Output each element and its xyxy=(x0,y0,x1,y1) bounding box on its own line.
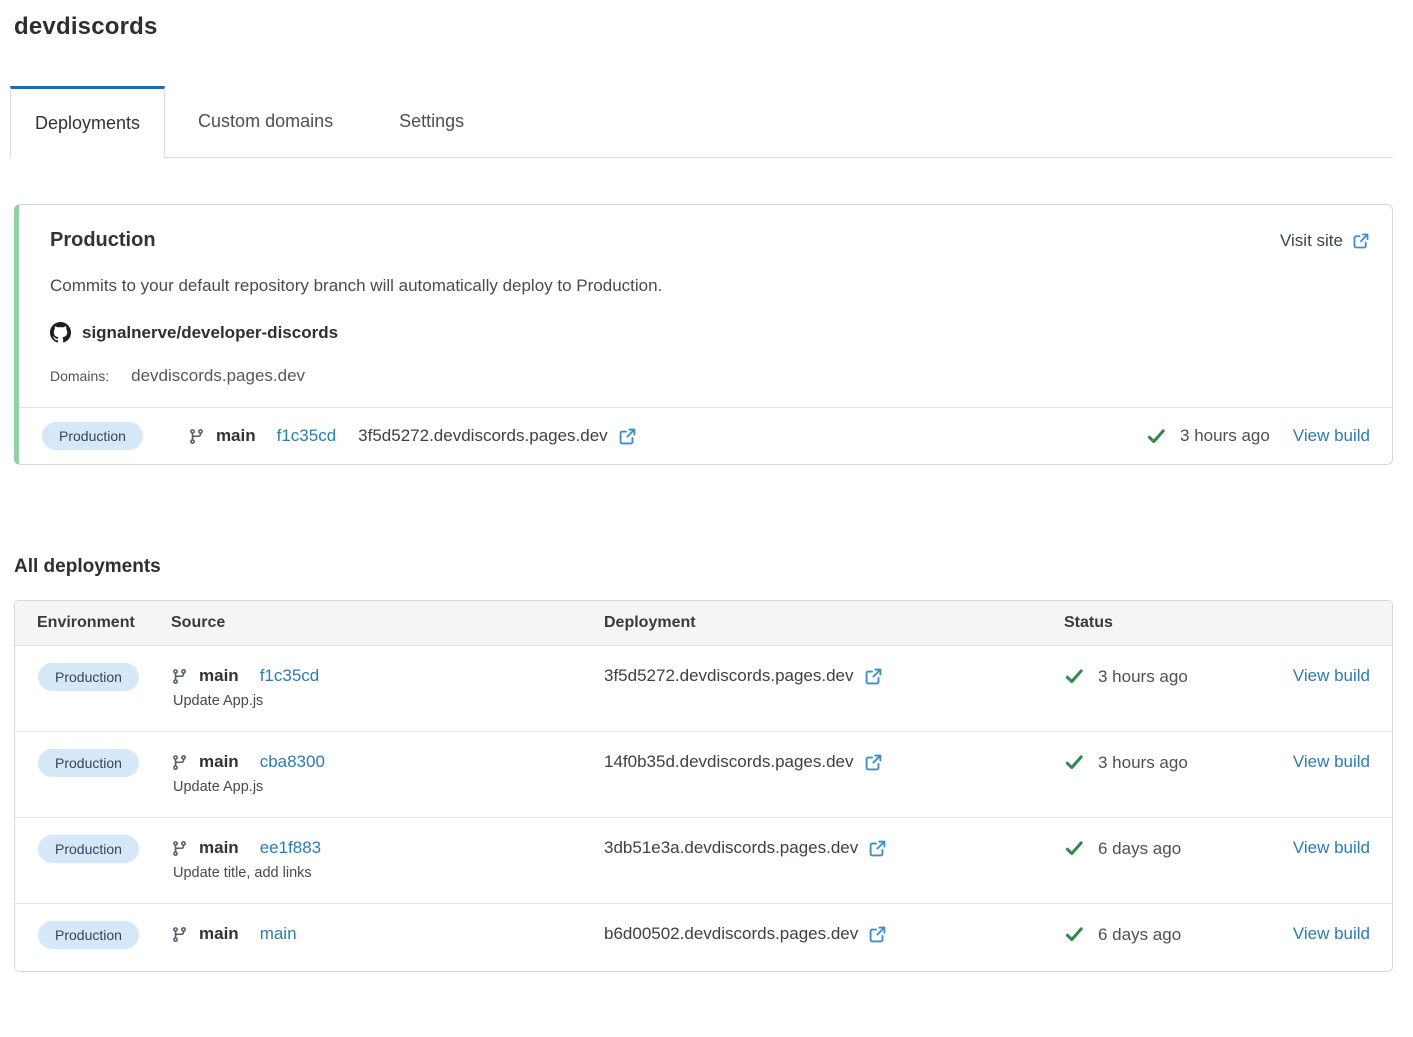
column-status: Status xyxy=(1064,614,1282,632)
production-card: Production Visit site Commits to your de… xyxy=(14,204,1393,465)
deployment-url-link[interactable]: b6d00502.devdiscords.pages.dev xyxy=(604,924,1064,944)
status-time: 3 hours ago xyxy=(1098,667,1188,687)
deployment-url: 3f5d5272.devdiscords.pages.dev xyxy=(358,426,608,446)
commit-link[interactable]: f1c35cd xyxy=(277,426,337,446)
commit-link[interactable]: cba8300 xyxy=(260,752,325,772)
github-icon xyxy=(50,322,71,343)
view-build-link[interactable]: View build xyxy=(1293,838,1370,857)
git-branch-icon xyxy=(171,926,188,943)
branch-name: main xyxy=(216,426,256,446)
tab-deployments[interactable]: Deployments xyxy=(10,86,165,158)
deployments-table: Environment Source Deployment Status Pro… xyxy=(14,600,1393,972)
git-branch-icon xyxy=(171,754,188,771)
environment-badge: Production xyxy=(38,749,139,777)
visit-site-label: Visit site xyxy=(1280,231,1343,251)
external-link-icon xyxy=(868,839,887,858)
check-icon xyxy=(1064,924,1085,945)
domains-value: devdiscords.pages.dev xyxy=(131,366,305,386)
view-build-link[interactable]: View build xyxy=(1293,666,1370,685)
all-deployments-title: All deployments xyxy=(14,556,1393,578)
commit-link[interactable]: ee1f883 xyxy=(260,838,321,858)
column-deployment: Deployment xyxy=(604,614,1064,632)
status-time: 6 days ago xyxy=(1098,839,1181,859)
commit-message: Update App.js xyxy=(171,693,604,709)
commit-link[interactable]: main xyxy=(260,924,297,944)
table-row: Production main main b6d00502.devdiscord… xyxy=(15,904,1392,971)
column-environment: Environment xyxy=(15,614,171,632)
tab-custom-domains[interactable]: Custom domains xyxy=(165,86,366,157)
branch-name: main xyxy=(199,838,239,858)
external-link-icon xyxy=(868,925,887,944)
environment-badge: Production xyxy=(38,921,139,949)
check-icon xyxy=(1064,666,1085,687)
production-card-title: Production xyxy=(50,229,156,252)
commit-message: Update App.js xyxy=(171,779,604,795)
external-link-icon xyxy=(618,427,637,446)
deployment-url: 3db51e3a.devdiscords.pages.dev xyxy=(604,838,858,858)
branch-name: main xyxy=(199,666,239,686)
environment-badge: Production xyxy=(42,422,143,450)
status-time: 6 days ago xyxy=(1098,925,1181,945)
check-icon xyxy=(1064,752,1085,773)
visit-site-link[interactable]: Visit site xyxy=(1280,231,1370,251)
view-build-link[interactable]: View build xyxy=(1293,752,1370,771)
branch-name: main xyxy=(199,752,239,772)
git-branch-icon xyxy=(171,668,188,685)
domains-label: Domains: xyxy=(50,368,109,384)
git-branch-icon xyxy=(171,840,188,857)
page-title: devdiscords xyxy=(14,13,1393,41)
repository-name: signalnerve/developer-discords xyxy=(82,323,338,343)
deployment-url-link[interactable]: 3f5d5272.devdiscords.pages.dev xyxy=(604,666,1064,686)
deployment-url-link[interactable]: 3f5d5272.devdiscords.pages.dev xyxy=(358,426,637,446)
view-build-link[interactable]: View build xyxy=(1293,924,1370,943)
tab-settings[interactable]: Settings xyxy=(366,86,497,157)
status-time: 3 hours ago xyxy=(1098,753,1188,773)
tab-bar: Deployments Custom domains Settings xyxy=(14,86,1393,158)
table-row: Production main cba8300 Update App.js 14… xyxy=(15,732,1392,818)
external-link-icon xyxy=(1352,232,1370,250)
commit-message: Update title, add links xyxy=(171,865,604,881)
production-description: Commits to your default repository branc… xyxy=(50,276,1370,296)
deployment-url-link[interactable]: 3db51e3a.devdiscords.pages.dev xyxy=(604,838,1064,858)
table-row: Production main f1c35cd Update App.js 3f… xyxy=(15,646,1392,732)
branch-name: main xyxy=(199,924,239,944)
table-row: Production main ee1f883 Update title, ad… xyxy=(15,818,1392,904)
column-source: Source xyxy=(171,614,604,632)
environment-badge: Production xyxy=(38,835,139,863)
table-header: Environment Source Deployment Status xyxy=(15,601,1392,646)
production-deployment-row: Production main f1c35cd 3f5d5272.devdisc… xyxy=(19,408,1392,464)
status-time: 3 hours ago xyxy=(1180,426,1270,446)
check-icon xyxy=(1146,426,1167,447)
git-branch-icon xyxy=(188,428,205,445)
deployment-url: 14f0b35d.devdiscords.pages.dev xyxy=(604,752,854,772)
commit-link[interactable]: f1c35cd xyxy=(260,666,320,686)
deployment-url: b6d00502.devdiscords.pages.dev xyxy=(604,924,858,944)
external-link-icon xyxy=(864,753,883,772)
deployment-url: 3f5d5272.devdiscords.pages.dev xyxy=(604,666,854,686)
external-link-icon xyxy=(864,667,883,686)
check-icon xyxy=(1064,838,1085,859)
deployment-url-link[interactable]: 14f0b35d.devdiscords.pages.dev xyxy=(604,752,1064,772)
view-build-link[interactable]: View build xyxy=(1293,426,1370,446)
environment-badge: Production xyxy=(38,663,139,691)
